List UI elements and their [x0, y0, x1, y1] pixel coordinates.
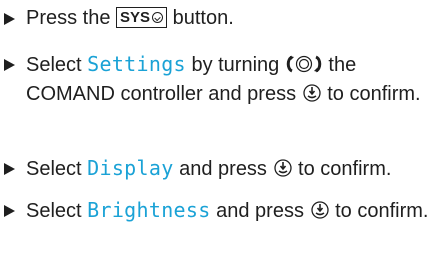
controller-turn-icon: [286, 55, 322, 73]
step-3-text: Select Display and press to confirm.: [26, 154, 438, 184]
step-2-text-middle: by turning: [185, 54, 285, 76]
step-bullet-icon: [4, 13, 15, 25]
step-1-text-before: Press the: [26, 7, 117, 29]
step-3-text-after: to confirm.: [292, 158, 392, 180]
step-4-text-middle: and press: [210, 200, 310, 222]
step-1: Press the SYS button.: [0, 4, 446, 33]
step-bullet-icon: [4, 163, 15, 175]
step-1-text: Press the SYS button.: [26, 4, 438, 33]
step-1-text-after: button.: [167, 7, 234, 29]
step-2-text: Select Settings by turning the COMAND co…: [26, 50, 438, 109]
step-2: Select Settings by turning the COMAND co…: [0, 50, 446, 109]
menu-item-display: Display: [87, 156, 174, 180]
menu-item-brightness: Brightness: [87, 198, 211, 222]
sys-key-label: SYS: [116, 7, 168, 28]
step-4: Select Brightness and press to confirm.: [0, 196, 446, 226]
step-4-text-after: to confirm.: [329, 200, 429, 222]
step-2-text-before: Select: [26, 54, 88, 76]
controller-press-icon: [273, 159, 292, 177]
step-3: Select Display and press to confirm.: [0, 154, 446, 184]
step-4-text: Select Brightness and press to confirm.: [26, 196, 438, 226]
check-circle-icon: [152, 12, 164, 23]
step-3-text-middle: and press: [173, 158, 273, 180]
step-bullet-icon: [4, 59, 15, 71]
step-4-text-before: Select: [26, 200, 88, 222]
step-3-text-before: Select: [26, 158, 88, 180]
sys-key-text: SYS: [120, 9, 151, 26]
menu-item-settings: Settings: [87, 52, 186, 76]
step-2-text-after: to confirm.: [321, 83, 421, 105]
controller-press-icon: [310, 201, 329, 219]
step-bullet-icon: [4, 205, 15, 217]
controller-press-icon: [303, 84, 321, 102]
